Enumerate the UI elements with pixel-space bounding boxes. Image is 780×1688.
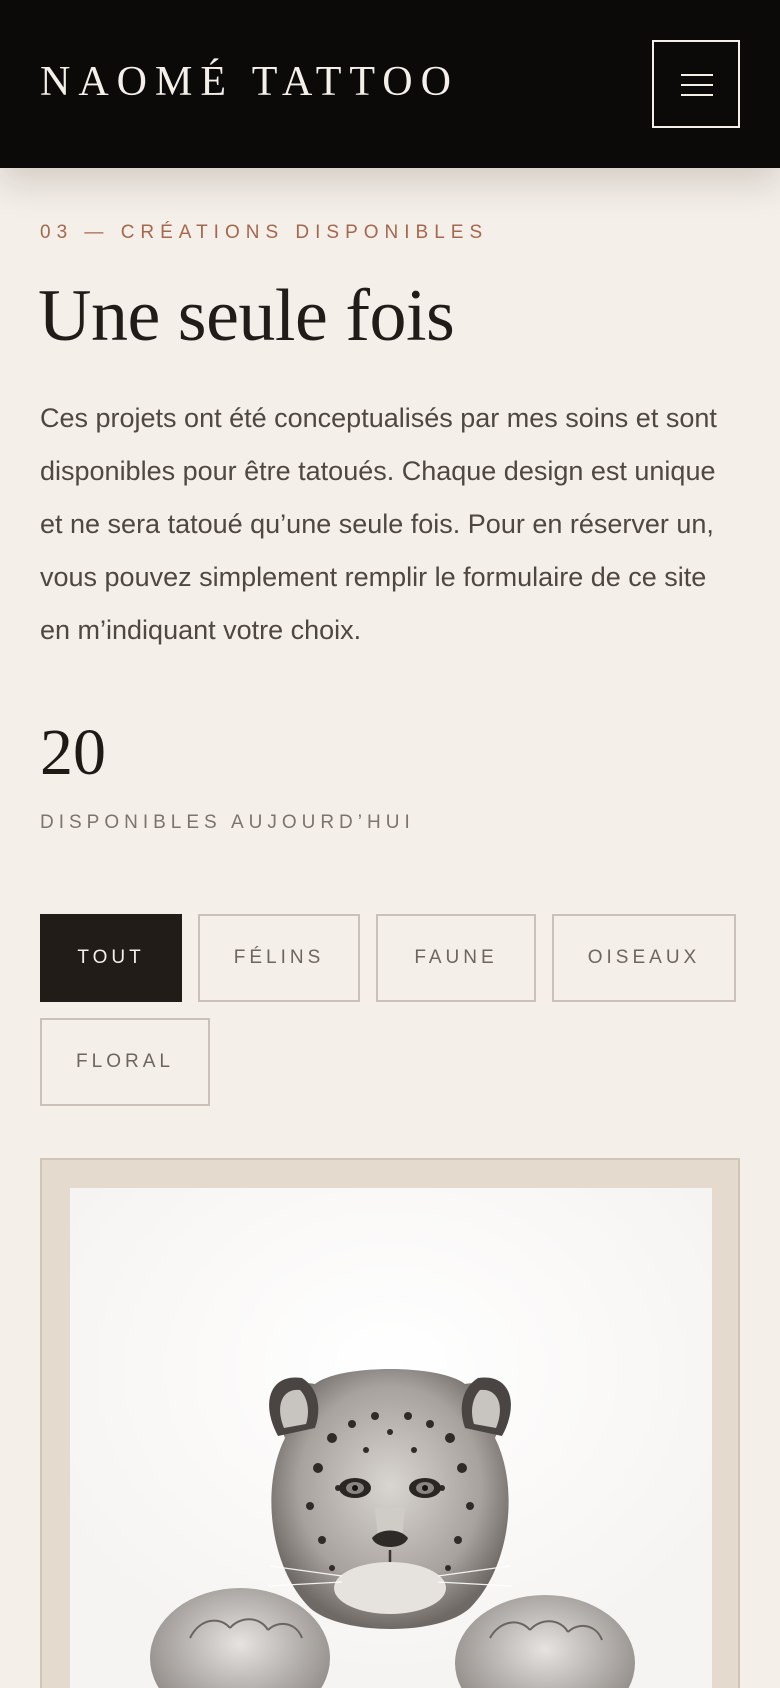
design-card[interactable]	[40, 1158, 740, 1688]
section-description: Ces projets ont été conceptualisés par m…	[40, 403, 717, 645]
available-count: 20	[40, 716, 106, 789]
available-count-label: DISPONIBLES AUJOURD’HUI	[40, 812, 415, 833]
section-eyebrow: 03 — CRÉATIONS DISPONIBLES	[40, 222, 489, 243]
site-header: NAOMÉ TATTOO	[0, 0, 780, 168]
menu-button[interactable]	[652, 40, 740, 128]
leopard-illustration	[70, 1188, 712, 1688]
filter-felins[interactable]: FÉLINS	[198, 914, 360, 1002]
section-title: Une seule fois	[38, 275, 455, 357]
filter-tout[interactable]: TOUT	[40, 914, 182, 1002]
filter-faune[interactable]: FAUNE	[376, 914, 536, 1002]
brand-logo[interactable]: NAOMÉ TATTOO	[40, 58, 459, 106]
filter-floral[interactable]: FLORAL	[40, 1018, 210, 1106]
filter-oiseaux[interactable]: OISEAUX	[552, 914, 736, 1002]
